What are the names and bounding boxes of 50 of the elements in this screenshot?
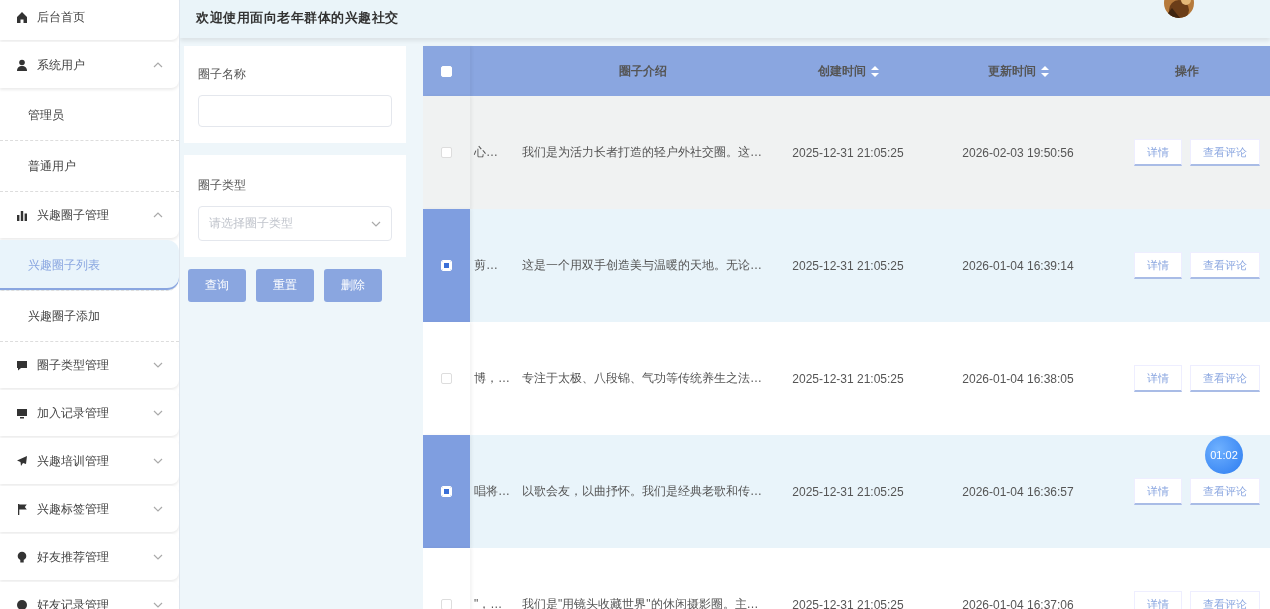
checkbox[interactable]	[441, 373, 452, 384]
table-cell: 博，…	[474, 370, 510, 387]
home-icon	[16, 11, 28, 23]
table-cell: 2026-01-04 16:37:06	[962, 597, 1074, 609]
info-icon	[16, 599, 28, 609]
checkbox[interactable]	[441, 599, 452, 609]
checkbox[interactable]	[441, 147, 452, 158]
table-cell: 专注于太极、八段锦、气功等传统养生之法…	[522, 370, 762, 387]
page-title: 欢迎使用面向老年群体的兴趣社交	[196, 9, 399, 27]
column-header: 圈子介绍	[618, 62, 667, 80]
sidebar-item[interactable]: 圈子类型管理	[0, 342, 179, 388]
sidebar-item[interactable]: 加入记录管理	[0, 390, 179, 436]
sidebar-item[interactable]: 兴趣培训管理	[0, 438, 179, 484]
table-cell: 2025-12-31 21:05:25	[792, 258, 904, 273]
table-cell: 这是一个用双手创造美与温暖的天地。无论…	[522, 257, 762, 274]
table-cell: 2025-12-31 21:05:25	[792, 145, 904, 160]
table-cell: 2025-12-31 21:05:25	[792, 371, 904, 386]
table-cell: 剪…	[474, 257, 498, 274]
sort-icon	[1040, 65, 1049, 77]
table-row[interactable]: 心… 我们是为活力长者打造的轻户外社交圈。这… 2025-12-31 21:05:25 2026-02-03 19:50:56 详情 查看评论	[423, 96, 1270, 209]
user-icon	[16, 59, 28, 71]
chevron-icon	[371, 220, 381, 227]
table-cell: 2026-01-04 16:36:57	[962, 484, 1074, 499]
sidebar-item[interactable]: 后台首页	[0, 0, 179, 40]
sidebar-item[interactable]: 兴趣标签管理	[0, 486, 179, 532]
table-cell: 2026-02-03 19:50:56	[962, 145, 1074, 160]
table-cell: 以歌会友，以曲抒怀。我们是经典老歌和传…	[522, 483, 762, 500]
sort-icon	[870, 65, 879, 77]
sidebar-item[interactable]: 好友推荐管理	[0, 534, 179, 580]
table-cell: 2026-01-04 16:38:05	[962, 371, 1074, 386]
field-label: 圈子类型	[198, 177, 247, 194]
bar-chart-icon	[16, 209, 28, 221]
table-cell: 心…	[474, 144, 498, 161]
sidebar-item[interactable]: 系统用户	[0, 42, 179, 88]
input-field[interactable]	[198, 95, 392, 127]
table-cell: 2025-12-31 21:05:25	[792, 484, 904, 499]
field-label: 圈子名称	[198, 66, 247, 83]
table-cell: 2026-01-04 16:39:14	[962, 258, 1074, 273]
table-cell: "，…	[474, 596, 503, 609]
table-cell: 2025-12-31 21:05:25	[792, 597, 904, 609]
chat-icon	[16, 359, 28, 371]
table-cell: 我们是为活力长者打造的轻户外社交圈。这…	[522, 144, 762, 161]
flag-icon	[16, 503, 28, 515]
monitor-icon	[16, 407, 28, 419]
paper-plane-icon	[16, 455, 28, 467]
table-cell: 唱将…	[474, 483, 510, 500]
sidebar-item[interactable]: 兴趣圈子管理	[0, 192, 179, 238]
sidebar-subitem[interactable]: 管理员	[0, 90, 179, 141]
bulb-icon	[16, 551, 28, 563]
column-header: 操作	[1174, 62, 1199, 80]
